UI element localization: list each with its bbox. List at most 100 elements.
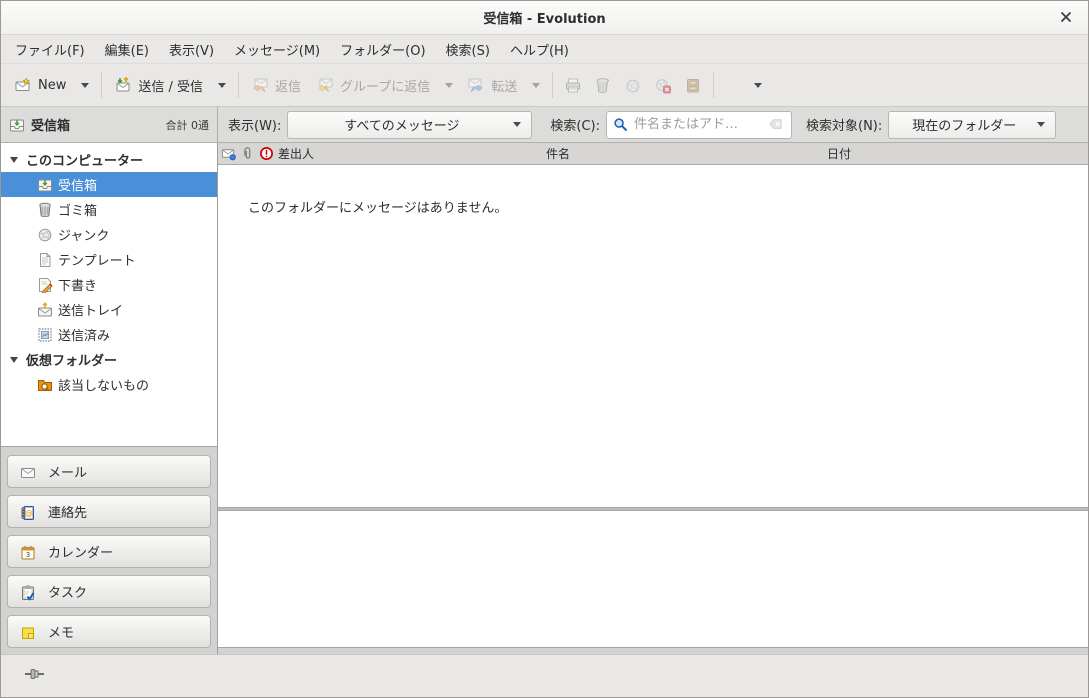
forward-button[interactable]: 転送	[460, 70, 525, 101]
switcher-contacts-button[interactable]: @ 連絡先	[7, 495, 211, 528]
close-button[interactable]	[1056, 8, 1076, 28]
important-icon[interactable]	[259, 146, 275, 162]
search-scope-dropdown[interactable]: 現在のフォルダー	[888, 111, 1056, 139]
send-receive-button[interactable]: 送信 / 受信	[107, 70, 211, 101]
junk-button[interactable]	[618, 71, 648, 99]
toolbar-overflow-button[interactable]	[747, 77, 769, 94]
svg-text:@: @	[25, 508, 33, 517]
not-junk-button[interactable]	[648, 71, 678, 99]
attachment-icon[interactable]	[240, 146, 256, 162]
mail-icon	[20, 464, 36, 480]
new-mail-icon	[15, 77, 31, 93]
forward-label: 転送	[491, 76, 517, 95]
column-date[interactable]: 日付	[827, 145, 1088, 162]
folder-label: 受信箱	[58, 175, 97, 194]
window-title: 受信箱 - Evolution	[483, 8, 605, 27]
search-label: 検索(C):	[550, 115, 600, 134]
online-status-button[interactable]	[17, 660, 57, 692]
preview-pane[interactable]	[218, 511, 1088, 648]
sidebar-item-unmatched[interactable]: 該当しないもの	[1, 372, 217, 397]
current-folder-indicator: 受信箱 合計 0通	[1, 107, 218, 142]
component-switcher: メール @ 連絡先 3 カレンダー タスク メモ	[1, 447, 217, 656]
drafts-icon	[37, 277, 53, 293]
send-receive-dropdown-button[interactable]	[211, 77, 233, 94]
chevron-down-icon	[513, 122, 521, 127]
titlebar[interactable]: 受信箱 - Evolution	[1, 1, 1088, 35]
column-from[interactable]: 差出人	[218, 145, 546, 162]
column-subject[interactable]: 件名	[546, 145, 827, 162]
search-box	[606, 111, 792, 139]
folderbar: 受信箱 合計 0通 表示(W): すべてのメッセージ 検索(C): 検索対象(N…	[1, 107, 1088, 143]
switcher-tasks-button[interactable]: タスク	[7, 575, 211, 608]
group-label: 仮想フォルダー	[26, 350, 117, 369]
search-input[interactable]	[634, 117, 764, 132]
tasks-icon	[20, 584, 36, 600]
sidebar-group-search-folders[interactable]: 仮想フォルダー	[1, 347, 217, 372]
group-reply-icon	[317, 77, 333, 93]
new-button[interactable]: New	[7, 71, 74, 99]
main-pane: 差出人 件名 日付 このフォルダーにメッセージはありません。	[218, 143, 1088, 654]
chevron-down-icon	[1037, 122, 1045, 127]
switcher-calendar-button[interactable]: 3 カレンダー	[7, 535, 211, 568]
sidebar-item-inbox[interactable]: 受信箱	[1, 172, 217, 197]
sidebar-item-sent[interactable]: 送信済み	[1, 322, 217, 347]
folder-label: 下書き	[58, 275, 97, 294]
menu-file[interactable]: ファイル(F)	[5, 36, 95, 63]
column-date-label: 日付	[827, 147, 851, 161]
message-list[interactable]: このフォルダーにメッセージはありません。	[218, 165, 1088, 507]
sidebar-group-this-computer[interactable]: このコンピューター	[1, 147, 217, 172]
expander-icon[interactable]	[10, 357, 18, 363]
switcher-memos-button[interactable]: メモ	[7, 615, 211, 648]
delete-icon	[595, 77, 611, 93]
show-filter-value: すべてのメッセージ	[298, 115, 505, 134]
search-scope-label: 検索対象(N):	[806, 115, 882, 134]
plug-icon	[24, 666, 50, 686]
toolbar-separator	[238, 72, 239, 98]
sidebar-item-drafts[interactable]: 下書き	[1, 272, 217, 297]
sidebar-item-junk[interactable]: ジャンク	[1, 222, 217, 247]
search-folder-icon	[37, 377, 53, 393]
chevron-down-icon	[754, 83, 762, 88]
print-button[interactable]	[558, 71, 588, 99]
chevron-down-icon	[532, 83, 540, 88]
forward-icon	[468, 77, 484, 93]
menu-view[interactable]: 表示(V)	[159, 36, 224, 63]
expander-icon[interactable]	[10, 157, 18, 163]
calendar-icon: 3	[20, 544, 36, 560]
sidebar-item-trash[interactable]: ゴミ箱	[1, 197, 217, 222]
send-receive-label: 送信 / 受信	[138, 76, 203, 95]
menu-message[interactable]: メッセージ(M)	[224, 36, 330, 63]
clear-icon[interactable]	[769, 117, 785, 133]
menu-search[interactable]: 検索(S)	[436, 36, 500, 63]
archive-button[interactable]	[678, 71, 708, 99]
group-reply-dropdown-button[interactable]	[438, 77, 460, 94]
group-reply-button[interactable]: グループに返信	[309, 70, 438, 101]
sidebar-item-templates[interactable]: テンプレート	[1, 247, 217, 272]
chevron-down-icon	[81, 83, 89, 88]
column-subject-label: 件名	[546, 147, 570, 161]
switcher-mail-button[interactable]: メール	[7, 455, 211, 488]
menu-edit[interactable]: 編集(E)	[95, 36, 159, 63]
message-list-header: 差出人 件名 日付	[218, 143, 1088, 165]
forward-dropdown-button[interactable]	[525, 77, 547, 94]
toolbar-separator	[101, 72, 102, 98]
toolbar: New 送信 / 受信 返信 グループに返信 転送	[1, 64, 1088, 107]
new-dropdown-button[interactable]	[74, 77, 96, 94]
trash-icon	[37, 202, 53, 218]
show-filter-dropdown[interactable]: すべてのメッセージ	[287, 111, 532, 139]
menubar: ファイル(F) 編集(E) 表示(V) メッセージ(M) フォルダー(O) 検索…	[1, 35, 1088, 64]
memo-icon	[20, 624, 36, 640]
message-status-icon[interactable]	[221, 146, 237, 162]
reply-button[interactable]: 返信	[244, 70, 309, 101]
delete-button[interactable]	[588, 71, 618, 99]
menu-help[interactable]: ヘルプ(H)	[500, 36, 579, 63]
folder-total-count: 合計 0通	[166, 117, 210, 133]
column-from-label: 差出人	[278, 145, 314, 162]
toolbar-separator	[713, 72, 714, 98]
print-icon	[565, 77, 581, 93]
archive-icon	[685, 77, 701, 93]
switcher-label: タスク	[48, 582, 87, 601]
menu-folder[interactable]: フォルダー(O)	[330, 36, 435, 63]
sidebar-item-outbox[interactable]: 送信トレイ	[1, 297, 217, 322]
folder-label: ジャンク	[58, 225, 109, 244]
